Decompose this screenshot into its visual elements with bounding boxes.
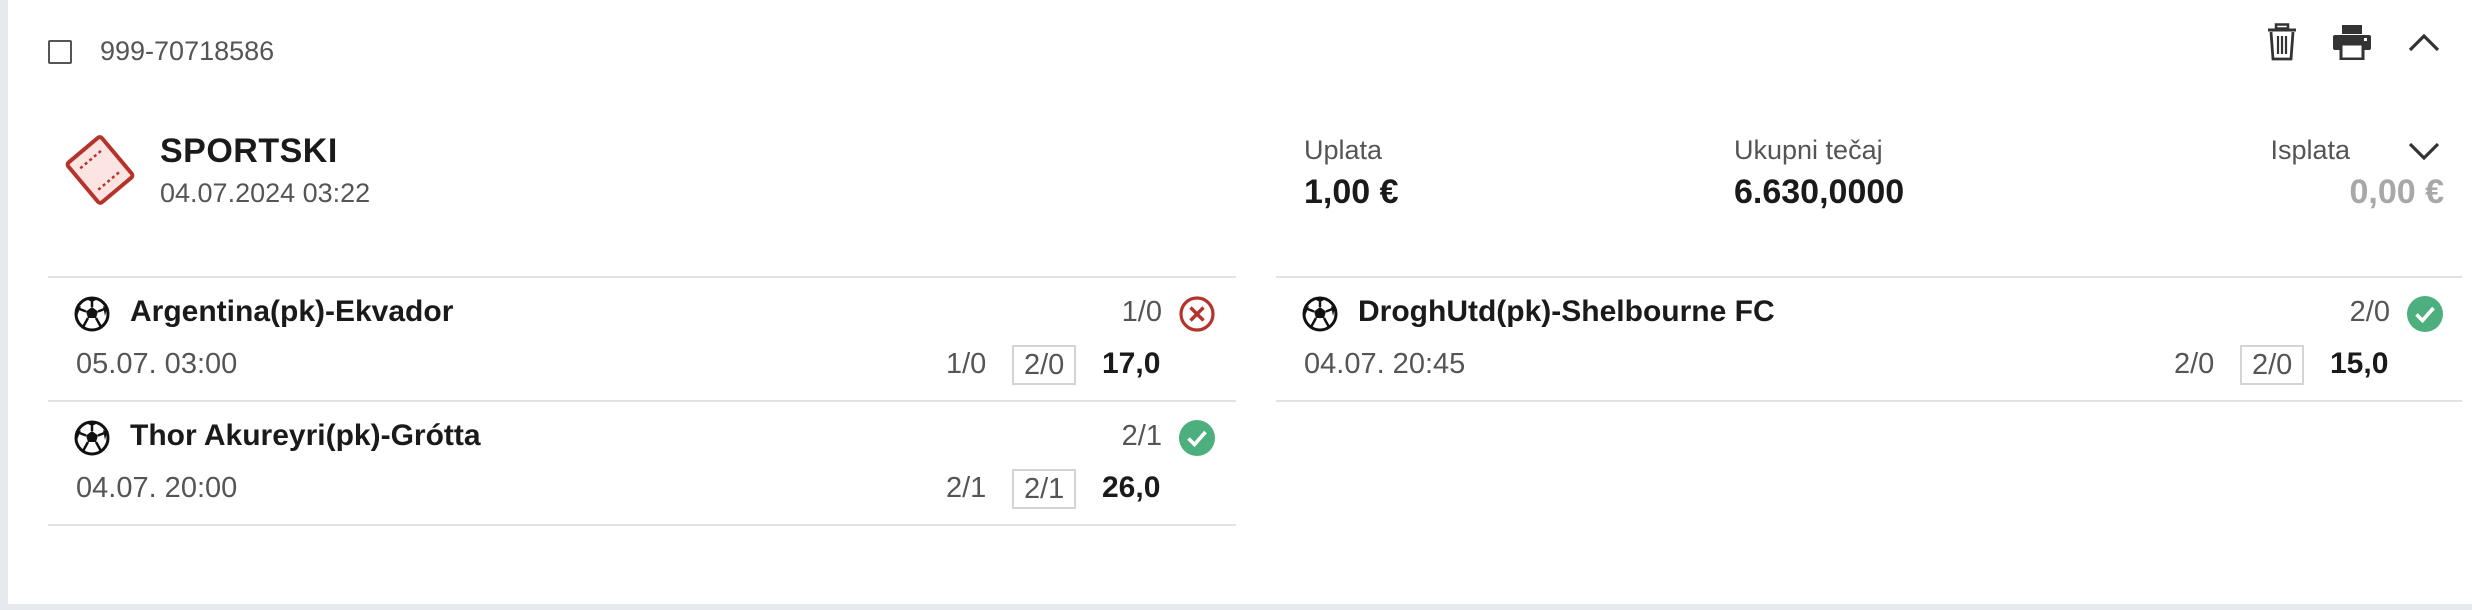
- divider: [1276, 276, 2462, 278]
- match-result: 2/0: [2349, 296, 2390, 328]
- payout-toggle[interactable]: [2408, 138, 2444, 168]
- soccer-ball-icon: [1302, 296, 1338, 332]
- ticket-icon: [65, 135, 135, 205]
- match-odds: 26,0: [1102, 471, 1161, 504]
- trash-icon: [2268, 23, 2296, 61]
- total-odds-value: 6.630,0000: [1734, 173, 1905, 211]
- left-border: [0, 0, 8, 610]
- ticket-datetime: 04.07.2024 03:22: [160, 178, 371, 208]
- match-result: 2/1: [1121, 420, 1162, 452]
- divider: [1276, 400, 2462, 402]
- payout-value: 0,00 €: [2349, 173, 2444, 211]
- printer-icon: [2333, 25, 2371, 60]
- divider: [48, 276, 1236, 278]
- match-time: 05.07. 03:00: [76, 348, 238, 380]
- match-result: 1/0: [1121, 296, 1162, 328]
- delete-button[interactable]: [2260, 20, 2304, 64]
- match-tip: 1/0: [946, 348, 987, 380]
- ticket-type-title: SPORTSKI: [160, 132, 338, 170]
- payout-label: Isplata: [2270, 135, 2350, 165]
- total-odds-label: Ukupni tečaj: [1734, 135, 1883, 165]
- stake-value: 1,00 €: [1304, 173, 1399, 211]
- ticket-select-checkbox[interactable]: [48, 40, 72, 64]
- stake-label: Uplata: [1304, 135, 1383, 165]
- soccer-ball-icon: [74, 296, 110, 332]
- print-button[interactable]: [2330, 20, 2374, 64]
- match-tip-boxed: 2/1: [1012, 469, 1077, 509]
- match-tip: 2/1: [946, 472, 987, 504]
- ticket-id: 999-70718586: [100, 36, 275, 66]
- match-time: 04.07. 20:45: [1304, 348, 1466, 380]
- collapse-button[interactable]: [2402, 20, 2446, 64]
- match-tip-boxed: 2/0: [1012, 345, 1077, 385]
- match-time: 04.07. 20:00: [76, 472, 238, 504]
- bottom-border: [0, 604, 2472, 610]
- divider: [48, 400, 1236, 402]
- chevron-up-icon: [2408, 33, 2440, 52]
- match-name: Argentina(pk)-Ekvador: [130, 295, 454, 328]
- check-circle-icon: [2407, 296, 2443, 332]
- divider: [48, 524, 1236, 526]
- match-name: Thor Akureyri(pk)-Grótta: [130, 419, 481, 452]
- chevron-down-icon: [2408, 142, 2440, 161]
- soccer-ball-icon: [74, 420, 110, 456]
- match-odds: 17,0: [1102, 347, 1161, 380]
- match-tip-boxed: 2/0: [2240, 345, 2305, 385]
- match-odds: 15,0: [2330, 347, 2389, 380]
- match-tip: 2/0: [2174, 348, 2215, 380]
- match-name: DroghUtd(pk)-Shelbourne FC: [1358, 295, 1775, 328]
- x-circle-icon: [1179, 296, 1215, 332]
- check-circle-icon: [1179, 420, 1215, 456]
